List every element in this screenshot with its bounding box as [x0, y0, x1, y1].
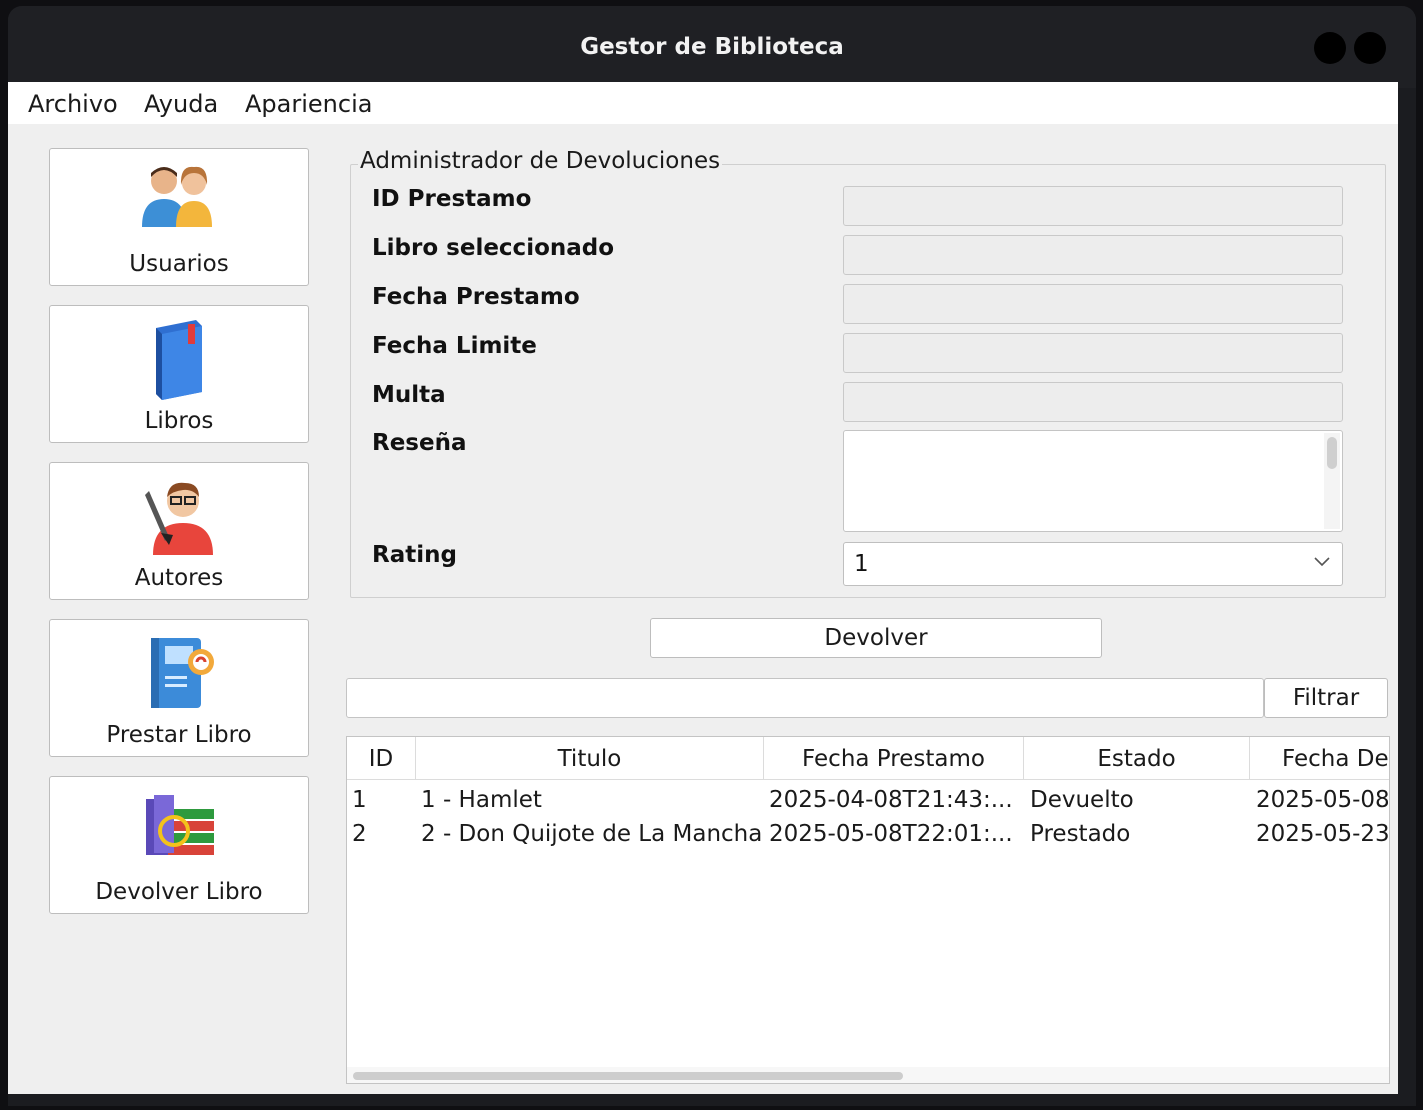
- menu-archivo[interactable]: Archivo: [28, 90, 118, 118]
- table-row[interactable]: 2 2 - Don Quijote de La Mancha 2025-05-0…: [347, 817, 1389, 851]
- menu-ayuda[interactable]: Ayuda: [144, 90, 218, 118]
- cell-fecha-prestamo: 2025-04-08T21:43:...: [769, 787, 1013, 813]
- libro-seleccionado-field[interactable]: [843, 235, 1343, 275]
- sidebar-item-label: Autores: [134, 565, 224, 591]
- sidebar-item-libros[interactable]: Libros: [49, 305, 309, 443]
- label-id-prestamo: ID Prestamo: [372, 186, 532, 212]
- book-icon: [50, 318, 308, 400]
- cell-fecha-devolucion: 2025-05-23: [1256, 821, 1388, 847]
- sidebar-item-prestar-libro[interactable]: Prestar Libro: [49, 619, 309, 757]
- label-rating: Rating: [372, 542, 457, 568]
- resena-scrollbar[interactable]: [1324, 433, 1340, 529]
- window-title: Gestor de Biblioteca: [580, 34, 844, 60]
- return-book-icon: [50, 789, 308, 865]
- filtrar-button[interactable]: Filtrar: [1264, 678, 1388, 718]
- author-icon: [50, 475, 308, 555]
- sidebar-item-label: Libros: [144, 408, 214, 434]
- menu-apariencia[interactable]: Apariencia: [245, 90, 372, 118]
- cell-estado: Prestado: [1030, 821, 1131, 847]
- sidebar-item-label: Prestar Libro: [106, 722, 252, 748]
- main-content: Usuarios Libros Autores Prestar Libro De…: [8, 124, 1398, 1094]
- table-header: ID Titulo Fecha Prestamo Estado Fecha De: [347, 737, 1389, 780]
- sidebar-item-label: Devolver Libro: [95, 879, 263, 905]
- table-row[interactable]: 1 1 - Hamlet 2025-04-08T21:43:... Devuel…: [347, 783, 1389, 817]
- cell-fecha-prestamo: 2025-05-08T22:01:...: [769, 821, 1013, 847]
- column-header-id[interactable]: ID: [347, 737, 416, 779]
- close-button[interactable]: [1354, 32, 1386, 64]
- label-fecha-limite: Fecha Limite: [372, 333, 537, 359]
- label-libro-seleccionado: Libro seleccionado: [372, 235, 615, 261]
- cell-id: 2: [352, 821, 367, 847]
- sidebar-item-usuarios[interactable]: Usuarios: [49, 148, 309, 286]
- rating-value: 1: [854, 551, 869, 577]
- devolver-button[interactable]: Devolver: [650, 618, 1102, 658]
- column-header-fecha-prestamo[interactable]: Fecha Prestamo: [764, 737, 1024, 779]
- menu-bar: Archivo Ayuda Apariencia: [8, 82, 1398, 125]
- cell-estado: Devuelto: [1030, 787, 1134, 813]
- devoluciones-group: [350, 164, 1386, 598]
- multa-field[interactable]: [843, 382, 1343, 422]
- label-fecha-prestamo: Fecha Prestamo: [372, 284, 580, 310]
- column-header-estado[interactable]: Estado: [1024, 737, 1250, 779]
- scrollbar-thumb[interactable]: [353, 1072, 903, 1080]
- users-icon: [50, 161, 308, 237]
- cell-titulo: 2 - Don Quijote de La Mancha: [421, 821, 761, 847]
- sidebar-item-autores[interactable]: Autores: [49, 462, 309, 600]
- rating-select[interactable]: 1: [843, 542, 1343, 586]
- group-title: Administrador de Devoluciones: [358, 148, 723, 174]
- sidebar-item-devolver-libro[interactable]: Devolver Libro: [49, 776, 309, 914]
- cell-id: 1: [352, 787, 367, 813]
- column-header-titulo[interactable]: Titulo: [416, 737, 764, 779]
- label-resena: Reseña: [372, 430, 467, 456]
- table-horizontal-scrollbar[interactable]: [347, 1067, 1389, 1083]
- filter-input[interactable]: [346, 678, 1264, 718]
- cell-fecha-devolucion: 2025-05-08: [1256, 787, 1388, 813]
- title-bar: Gestor de Biblioteca: [8, 6, 1416, 88]
- sidebar-item-label: Usuarios: [129, 251, 229, 277]
- cell-titulo: 1 - Hamlet: [421, 787, 542, 813]
- column-header-fecha-devolucion[interactable]: Fecha De: [1250, 737, 1389, 779]
- minimize-button[interactable]: [1314, 32, 1346, 64]
- id-prestamo-field[interactable]: [843, 186, 1343, 226]
- chevron-down-icon: [1314, 557, 1330, 567]
- fecha-prestamo-field[interactable]: [843, 284, 1343, 324]
- lend-book-icon: [50, 632, 308, 708]
- resena-textarea[interactable]: [843, 430, 1343, 532]
- label-multa: Multa: [372, 382, 446, 408]
- loans-table: ID Titulo Fecha Prestamo Estado Fecha De…: [346, 736, 1390, 1084]
- fecha-limite-field[interactable]: [843, 333, 1343, 373]
